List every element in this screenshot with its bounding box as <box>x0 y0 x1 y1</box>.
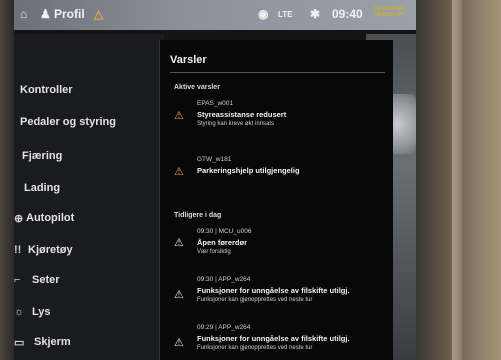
touchscreen: ⌂ ♟ Profil △ ◉ LTE ✱ 09:40 PASSENGER AIR… <box>14 0 416 360</box>
menu-item-pedaler[interactable]: Pedaler og styring <box>14 110 164 136</box>
menu-item-autopilot[interactable]: ⊕ Autopilot <box>14 206 164 232</box>
home-icon[interactable]: ⌂ <box>20 7 27 21</box>
seat-icon: ⌐ <box>14 274 21 286</box>
profile-icon[interactable]: ♟ <box>40 7 51 21</box>
alert-title: Åpen førerdør <box>197 238 248 247</box>
menu-item-kontroller[interactable]: Kontroller <box>14 78 164 104</box>
status-bar: ⌂ ♟ Profil △ ◉ LTE ✱ 09:40 PASSENGER AIR… <box>14 0 416 30</box>
alert-description: Funksjoner kan gjenopprettes ved neste t… <box>197 297 313 303</box>
alert-code: 09:30 | MCU_u006 <box>197 228 252 235</box>
menu-item-label: Kontroller <box>20 84 73 96</box>
vehicle-icon: !! <box>14 244 22 256</box>
alert-title: Parkeringshjelp utilgjengelig <box>197 166 300 175</box>
clock: 09:40 <box>332 7 363 21</box>
light-icon: ☼ <box>14 306 25 318</box>
menu-item-label: Seter <box>32 274 60 286</box>
alert-code: 09:29 | APP_w264 <box>197 324 251 331</box>
menu-item-seter[interactable]: ⌐ Seter <box>14 268 164 294</box>
alerts-panel: Varsler Aktive varsler ⚠ EPAS_w001 Styre… <box>159 40 393 360</box>
menu-item-fjaering[interactable]: Fjæring <box>14 144 164 170</box>
bezel-right <box>416 0 501 360</box>
menu-item-label: Skjerm <box>34 336 71 348</box>
warning-icon: ⚠ <box>174 166 184 178</box>
menu-item-lading[interactable]: Lading <box>14 176 164 202</box>
alert-title: Funksjoner for unngåelse av filskifte ut… <box>197 286 350 295</box>
alert-title: Styreassistanse redusert <box>197 110 287 119</box>
menu-item-label: Lading <box>24 182 61 194</box>
menu-item-label: Fjæring <box>22 150 63 162</box>
trim-stripe <box>452 0 462 360</box>
alert-code: EPAS_w001 <box>197 100 234 107</box>
panel-title: Varsler <box>170 54 207 66</box>
menu-item-label: Autopilot <box>26 212 75 224</box>
bezel-left <box>0 0 14 360</box>
alert-description: Styring kan kreve økt innsats <box>197 121 275 127</box>
earlier-today-heading: Tidligere i dag <box>174 212 222 219</box>
profile-label[interactable]: Profil <box>54 7 85 21</box>
lte-label: LTE <box>278 10 293 19</box>
passenger-airbag-indicator: PASSENGER AIRBAG OFF <box>374 6 406 18</box>
divider <box>170 72 385 73</box>
alert-code: 09:30 | APP_w264 <box>197 276 251 283</box>
warning-icon: ⚠ <box>174 110 184 122</box>
menu-item-label: Pedaler og styring <box>20 116 116 128</box>
active-alerts-heading: Aktive varsler <box>174 84 220 91</box>
alert-description: Funksjoner kan gjenopprettes ved neste t… <box>197 345 313 351</box>
menu-item-label: Kjøretøy <box>28 244 73 256</box>
alert-title: Funksjoner for unngåelse av filskifte ut… <box>197 334 350 343</box>
display-icon: ▭ <box>14 337 25 349</box>
menu-item-lys[interactable]: ☼ Lys <box>14 300 164 326</box>
dashcam-icon[interactable]: ◉ <box>258 7 268 21</box>
warning-icon: ⚠ <box>174 337 184 349</box>
bluetooth-icon[interactable]: ✱ <box>310 7 320 21</box>
warning-icon: ⚠ <box>174 289 184 301</box>
alert-description: Vær forsiktig <box>197 249 231 255</box>
menu-item-skjerm[interactable]: ▭ Skjerm <box>14 330 164 356</box>
menu-item-kjoretoy[interactable]: !! Kjøretøy <box>14 238 164 264</box>
warning-icon[interactable]: △ <box>94 7 103 21</box>
steering-wheel-icon: ⊕ <box>14 213 24 225</box>
settings-menu: Kontroller Pedaler og styring Fjæring La… <box>14 34 164 360</box>
alert-code: GTW_w181 <box>197 156 232 163</box>
warning-icon: ⚠ <box>174 237 184 249</box>
menu-item-label: Lys <box>32 306 51 318</box>
